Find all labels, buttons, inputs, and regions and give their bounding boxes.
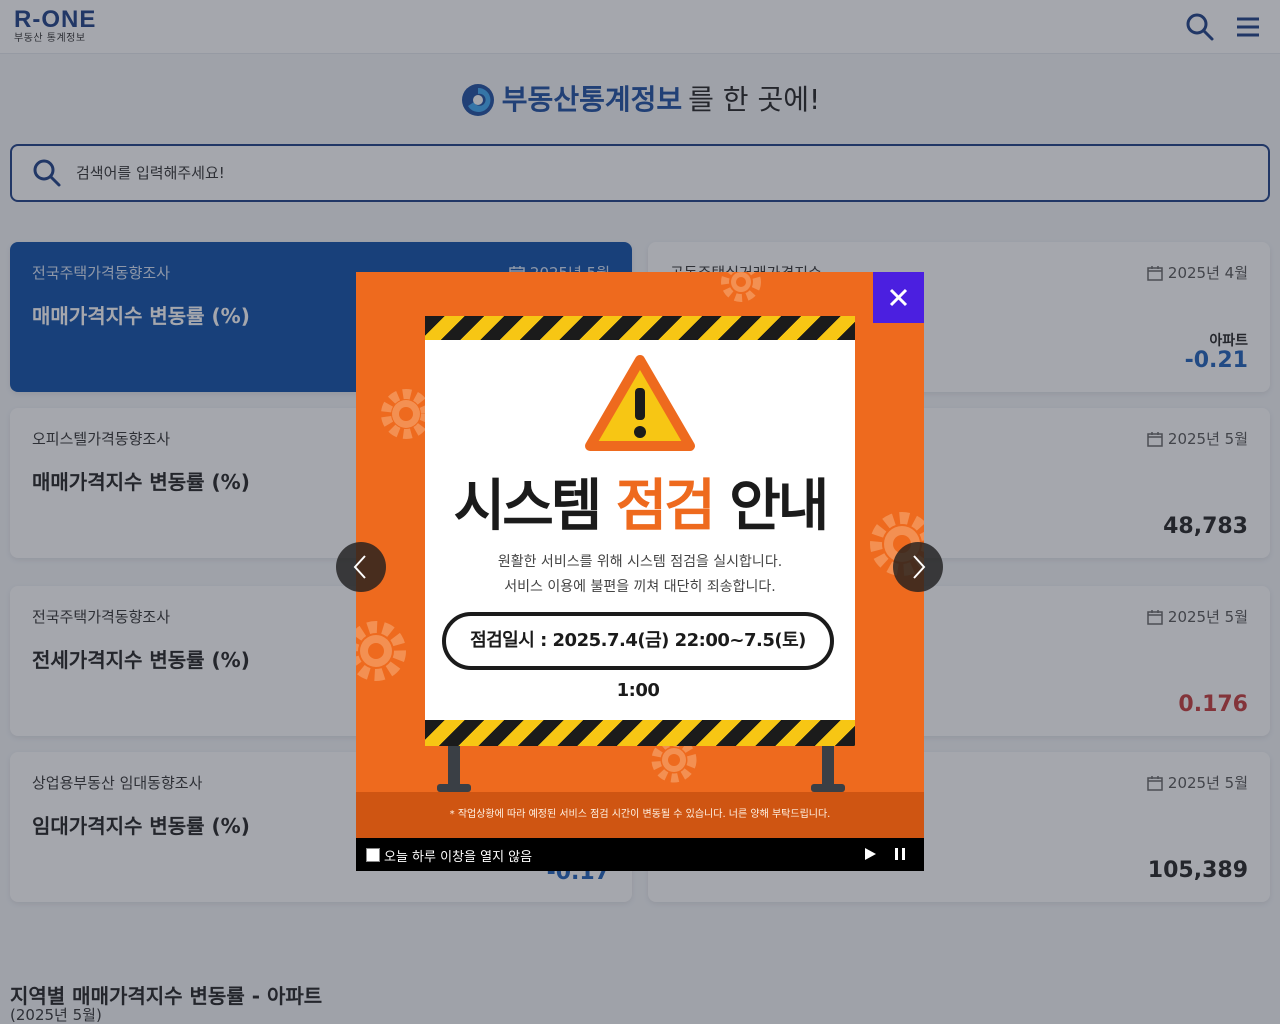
hazard-stripe-top <box>425 316 855 342</box>
chevron-right-icon <box>913 555 926 579</box>
popup-close-button[interactable] <box>873 272 924 323</box>
sign-foot-right <box>811 784 845 792</box>
popup-prev-button[interactable] <box>336 542 386 592</box>
popup-desc-line2: 서비스 이용에 불편을 끼쳐 대단히 죄송합니다. <box>504 579 776 595</box>
chevron-left-icon <box>353 555 366 579</box>
popup-title-part1: 시스템 <box>453 474 603 539</box>
dont-show-today-label[interactable]: 오늘 하루 이창을 열지 않음 <box>384 846 532 865</box>
gear-icon <box>356 621 406 681</box>
play-icon[interactable] <box>862 846 878 862</box>
gear-icon <box>721 272 761 302</box>
popup-schedule: 점검일시 : 2025.7.4(금) 22:00~7.5(토) 1:00 <box>442 612 834 701</box>
dont-show-today-checkbox[interactable] <box>366 848 380 862</box>
popup-title: 시스템 점검 안내 <box>356 472 924 542</box>
popup-title-highlight: 점검 <box>615 474 716 539</box>
popup-desc-line1: 원활한 서비스를 위해 시스템 점검을 실시합니다. <box>497 554 783 570</box>
popup-title-part2: 안내 <box>729 474 829 539</box>
pause-icon[interactable] <box>892 846 908 862</box>
popup-description: 원활한 서비스를 위해 시스템 점검을 실시합니다. 서비스 이용에 불편을 끼… <box>356 550 924 600</box>
popup-bottom-bar: 오늘 하루 이창을 열지 않음 <box>356 838 924 871</box>
close-icon <box>889 288 908 307</box>
popup-next-button[interactable] <box>893 542 943 592</box>
sign-stand-left <box>448 742 460 790</box>
maintenance-popup: 시스템 점검 안내 원활한 서비스를 위해 시스템 점검을 실시합니다. 서비스… <box>356 272 924 871</box>
popup-footnote: * 작업상황에 따라 예정된 서비스 점검 시간이 변동될 수 있습니다. 너른… <box>356 792 924 838</box>
warning-triangle-icon <box>585 355 695 451</box>
sign-foot-left <box>437 784 471 792</box>
sign-stand-right <box>822 742 834 790</box>
hazard-stripe-bottom <box>425 720 855 746</box>
